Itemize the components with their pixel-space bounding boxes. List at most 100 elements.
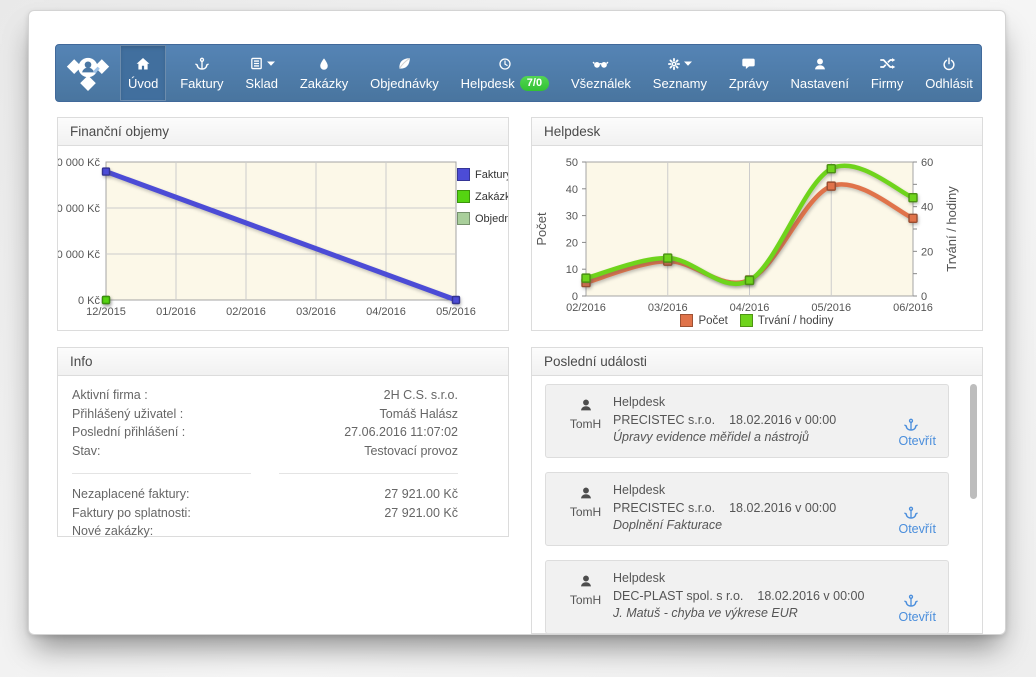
- info-row-value: Testovací provoz: [364, 442, 458, 461]
- open-event-link[interactable]: Otevřít: [898, 610, 936, 624]
- svg-text:04/2016: 04/2016: [730, 302, 770, 314]
- nav-item-objednavky[interactable]: Objednávky: [362, 45, 447, 101]
- nav-item-label: Faktury: [180, 76, 223, 91]
- chat-bubble-icon: [741, 56, 756, 71]
- person-icon: [579, 574, 593, 588]
- info-row: Aktivní firma : 2H C.S. s.r.o.: [72, 386, 458, 405]
- nav-item-nastaveni[interactable]: Nastavení: [782, 45, 857, 101]
- svg-text:01/2016: 01/2016: [156, 306, 196, 318]
- svg-text:20: 20: [921, 246, 933, 258]
- events-list: TomH Helpdesk PRECISTEC s.r.o.18.02.2016…: [532, 376, 982, 633]
- event-avatar: TomH: [558, 394, 613, 450]
- home-icon: [135, 56, 151, 72]
- open-event-link[interactable]: Otevřít: [898, 522, 936, 536]
- svg-text:20 000 Kč: 20 000 Kč: [58, 203, 100, 215]
- chevron-down-icon: [684, 61, 692, 66]
- event-type: Helpdesk: [613, 482, 874, 500]
- svg-text:30 000 Kč: 30 000 Kč: [58, 157, 100, 169]
- nav-item-seznamy[interactable]: Seznamy: [645, 45, 715, 101]
- event-description: Úpravy evidence měřidel a nástrojů: [613, 429, 874, 447]
- nav-item-faktury[interactable]: Faktury: [172, 45, 231, 101]
- info-row-value: Tomáš Halász: [380, 405, 459, 424]
- helpdesk-chart-legend: Počet Trvání / hodiny: [532, 314, 982, 327]
- event-company: PRECISTEC s.r.o.: [613, 501, 715, 515]
- event-description: Doplnění Fakturace: [613, 517, 874, 535]
- panel-events: Poslední události TomH Helpdesk PRECISTE…: [531, 347, 983, 634]
- info-row-value: 27 921.00 Kč: [384, 485, 458, 504]
- nav-item-vseznalek[interactable]: Všeználek: [563, 45, 639, 101]
- events-scrollbar-thumb[interactable]: [970, 384, 977, 499]
- event-details: Helpdesk DEC-PLAST spol. s r.o. 18.02.201…: [613, 570, 874, 626]
- svg-text:Trvání / hodiny: Trvání / hodiny: [944, 186, 959, 272]
- droplet-icon: [317, 57, 331, 71]
- nav-item-uvod[interactable]: Úvod: [120, 45, 166, 101]
- info-divider: [72, 473, 458, 474]
- nav-items: Úvod Faktury Sklad Zakázky ObjednávkyHelpdes…: [120, 45, 981, 101]
- nav-item-sklad[interactable]: Sklad: [237, 45, 286, 101]
- legend-label: Počet: [698, 315, 727, 327]
- nav-item-label: Odhlásit: [925, 76, 973, 91]
- open-event-link[interactable]: Otevřít: [898, 434, 936, 448]
- info-row: Přihlášený uživatel : Tomáš Halász: [72, 405, 458, 424]
- event-username: TomH: [558, 593, 613, 607]
- anchor-icon[interactable]: [904, 418, 918, 432]
- nav-item-label: Firmy: [871, 76, 904, 91]
- svg-text:20: 20: [566, 237, 578, 249]
- event-type: Helpdesk: [613, 570, 874, 588]
- event-action: Otevřít: [874, 570, 936, 626]
- event-type: Helpdesk: [613, 394, 874, 412]
- legend-label: Objednávky: [475, 213, 508, 225]
- nav-item-label: Zakázky: [300, 76, 348, 91]
- info-row-value: 2H C.S. s.r.o.: [384, 386, 458, 405]
- anchor-icon[interactable]: [904, 506, 918, 520]
- legend-item-objednavky: Objednávky: [457, 212, 508, 225]
- info-row-label: Stav:: [72, 442, 364, 461]
- anchor-icon[interactable]: [904, 594, 918, 608]
- event-description: J. Matuš - chyba ve výkrese EUR: [613, 605, 874, 623]
- app-logo[interactable]: [56, 45, 120, 101]
- main-navbar: Úvod Faktury Sklad Zakázky ObjednávkyHelpdes…: [55, 44, 982, 102]
- nav-item-odhlasit[interactable]: Odhlásit: [917, 45, 981, 101]
- legend-swatch: [680, 314, 693, 327]
- nav-item-helpdesk[interactable]: Helpdesk7/0: [453, 45, 558, 101]
- svg-text:03/2016: 03/2016: [296, 306, 336, 318]
- panel-financial: Finanční objemy 0 Kč10 000 Kč20 000 Kč30…: [57, 117, 509, 331]
- svg-text:0: 0: [921, 291, 927, 303]
- panel-info: Info Aktivní firma : 2H C.S. s.r.o. Přih…: [57, 347, 509, 537]
- info-row-label: Aktivní firma :: [72, 386, 384, 405]
- panel-helpdesk-title: Helpdesk: [532, 118, 982, 146]
- nav-item-label: Nastavení: [790, 76, 849, 91]
- info-body: Aktivní firma : 2H C.S. s.r.o. Přihlášen…: [58, 376, 508, 536]
- svg-text:40: 40: [921, 202, 933, 214]
- chevron-down-icon: [267, 61, 275, 66]
- event-action: Otevřít: [874, 482, 936, 538]
- svg-text:10: 10: [566, 264, 578, 276]
- logo-icon: [65, 54, 111, 93]
- svg-text:0: 0: [572, 291, 578, 303]
- info-row-label: Poslední přihlášení :: [72, 423, 344, 442]
- event-date: 18.02.2016 v 00:00: [757, 589, 864, 603]
- event-card: TomH Helpdesk PRECISTEC s.r.o.18.02.2016…: [545, 384, 949, 458]
- info-row-label: Přihlášený uživatel :: [72, 405, 380, 424]
- event-details: Helpdesk PRECISTEC s.r.o.18.02.2016 v 00…: [613, 482, 874, 538]
- svg-text:12/2015: 12/2015: [86, 306, 126, 318]
- nav-item-label: Seznamy: [653, 76, 707, 91]
- nav-item-zakazky[interactable]: Zakázky: [292, 45, 356, 101]
- svg-text:05/2016: 05/2016: [811, 302, 851, 314]
- nav-item-zpravy[interactable]: Zprávy: [721, 45, 777, 101]
- panel-helpdesk: Helpdesk 02/201603/201604/201605/201606/…: [531, 117, 983, 331]
- event-company: PRECISTEC s.r.o.: [613, 413, 715, 427]
- legend-item-faktury: Faktury: [457, 168, 508, 181]
- info-row-value: 27.06.2016 11:07:02: [344, 423, 458, 442]
- legend-item-zakazky: Zakázky: [457, 190, 508, 203]
- svg-text:03/2016: 03/2016: [648, 302, 688, 314]
- nav-item-firmy[interactable]: Firmy: [863, 45, 912, 101]
- financial-chart-area: 0 Kč10 000 Kč20 000 Kč30 000 Kč12/201501…: [58, 146, 508, 330]
- panel-info-title: Info: [58, 348, 508, 376]
- user-icon: [813, 57, 827, 71]
- svg-text:05/2016: 05/2016: [436, 306, 476, 318]
- event-company: DEC-PLAST spol. s r.o.: [613, 589, 743, 603]
- info-row-label: Nezaplacené faktury:: [72, 485, 384, 504]
- legend-swatch: [457, 190, 470, 203]
- clock-icon: [498, 57, 512, 71]
